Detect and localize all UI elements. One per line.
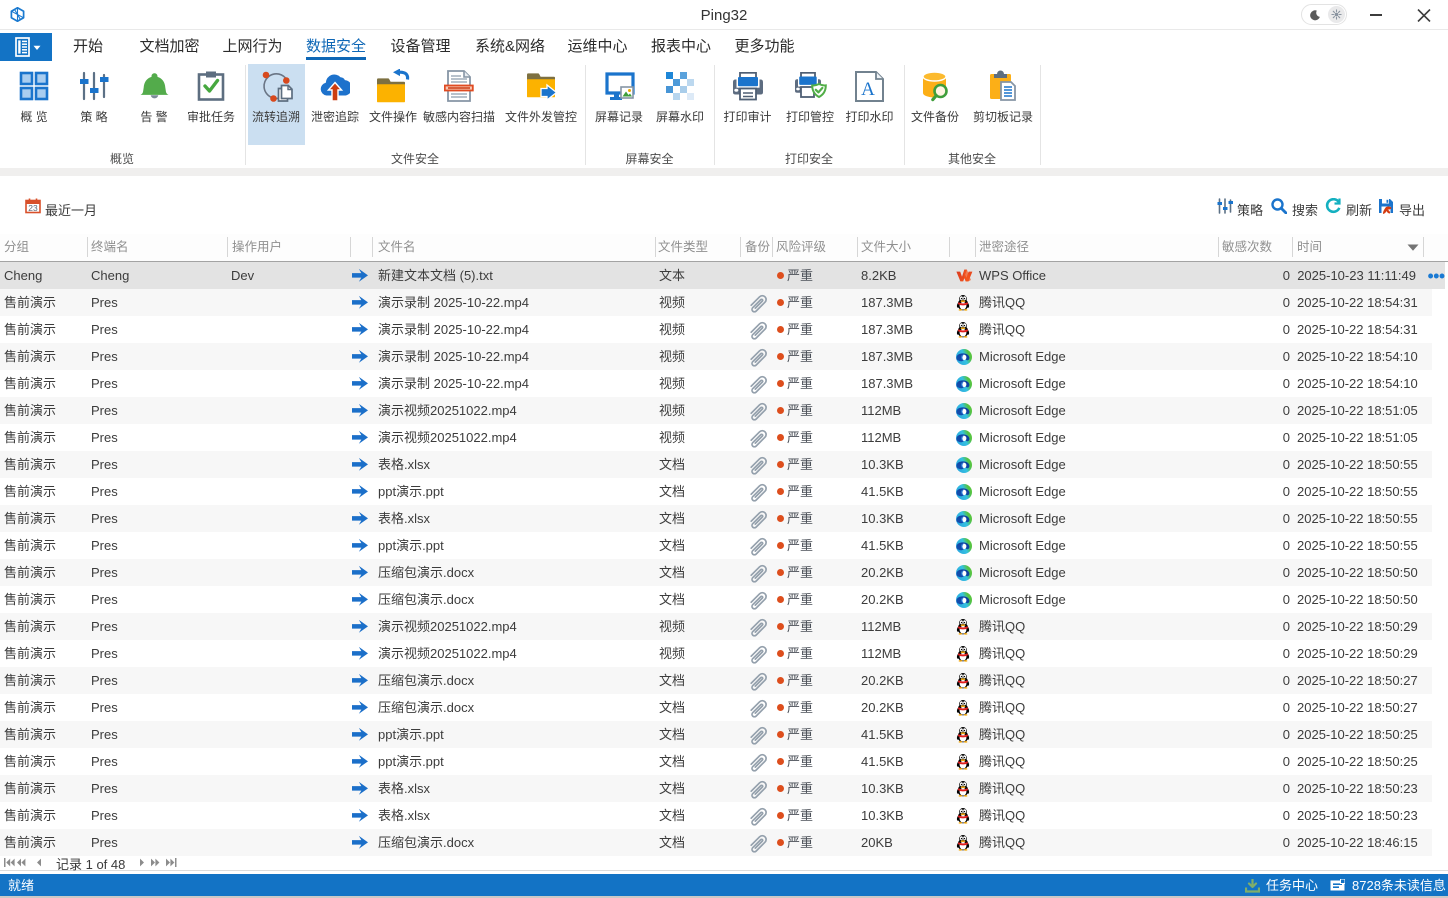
svg-text:A: A — [861, 79, 875, 100]
svg-text:23: 23 — [28, 203, 38, 213]
